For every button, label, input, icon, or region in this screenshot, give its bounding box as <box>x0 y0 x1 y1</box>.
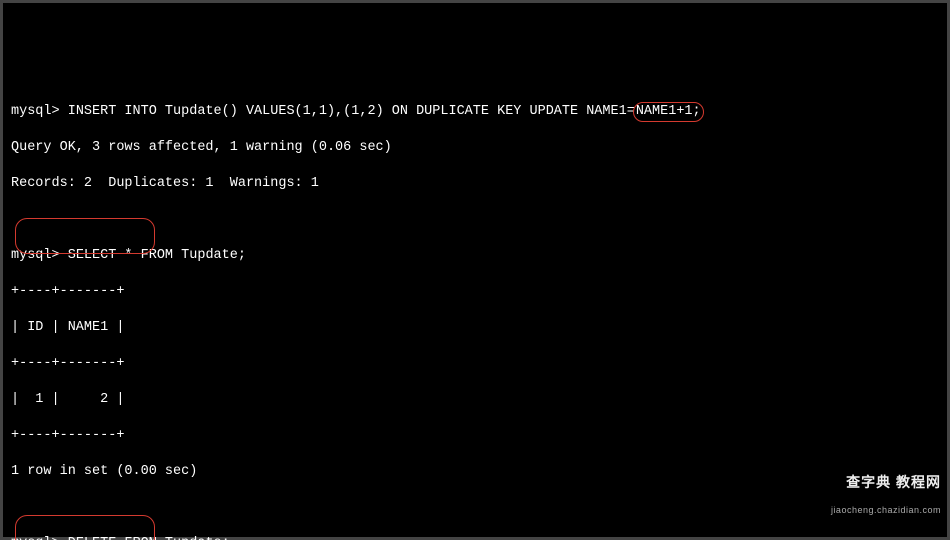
table-row: | 1 | 2 | <box>11 391 939 409</box>
cmd-delete: mysql> DELETE FROM Tupdate; <box>11 535 939 540</box>
result-line: Records: 2 Duplicates: 1 Warnings: 1 <box>11 175 939 193</box>
terminal[interactable]: mysql> INSERT INTO Tupdate() VALUES(1,1)… <box>11 85 939 540</box>
result-line: 1 row in set (0.00 sec) <box>11 463 939 481</box>
sql-text: DELETE FROM Tupdate; <box>68 536 230 540</box>
cmd-select-1: mysql> SELECT * FROM Tupdate; <box>11 247 939 265</box>
prompt: mysql> <box>11 104 60 119</box>
table-border: +----+-------+ <box>11 283 939 301</box>
sql-text: INSERT INTO Tupdate() VALUES(1,1),(1,2) … <box>68 104 635 119</box>
cmd-insert-1: mysql> INSERT INTO Tupdate() VALUES(1,1)… <box>11 103 939 121</box>
prompt: mysql> <box>11 536 60 540</box>
result-line: Query OK, 3 rows affected, 1 warning (0.… <box>11 139 939 157</box>
watermark-main: 查字典 教程网 <box>846 474 941 490</box>
table-border: +----+-------+ <box>11 427 939 445</box>
blank-line <box>11 499 939 517</box>
table-border: +----+-------+ <box>11 355 939 373</box>
watermark: 查字典 教程网 jiaocheng.chazidian.com <box>831 461 941 531</box>
blank-line <box>11 211 939 229</box>
table-header: | ID | NAME1 | <box>11 319 939 337</box>
highlight-expr-1: NAME1+1; <box>633 102 704 122</box>
prompt: mysql> <box>11 248 60 263</box>
watermark-sub: jiaocheng.chazidian.com <box>831 503 941 517</box>
sql-text: SELECT * FROM Tupdate; <box>68 248 246 263</box>
